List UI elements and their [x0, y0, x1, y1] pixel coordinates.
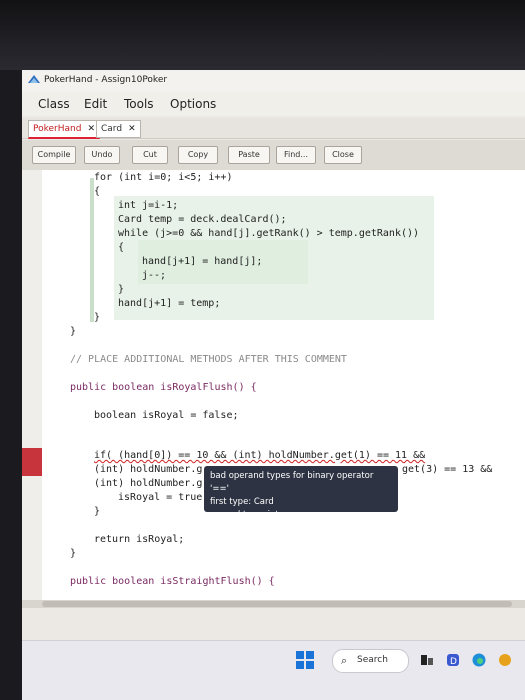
- code-line: (int) holdNumber.g: [94, 478, 203, 489]
- error-marker: [22, 448, 42, 476]
- copy-button[interactable]: Copy: [178, 146, 218, 164]
- line-gutter: [22, 170, 42, 600]
- title-bar: PokerHand - Assign10Poker: [22, 70, 525, 92]
- search-label: Search: [357, 655, 388, 665]
- laptop-bezel: [0, 0, 525, 70]
- cut-button[interactable]: Cut: [132, 146, 168, 164]
- teams-icon[interactable]: D: [446, 653, 460, 667]
- menu-edit[interactable]: Edit: [84, 97, 107, 111]
- toolbar: Compile Undo Cut Copy Paste Find... Clos…: [22, 140, 525, 170]
- task-view-icon[interactable]: [420, 653, 434, 667]
- tab-card[interactable]: Card ✕: [96, 120, 141, 138]
- code-line: public boolean isStraightFlush() {: [70, 576, 275, 587]
- menu-class[interactable]: Class: [38, 97, 70, 111]
- taskbar-search[interactable]: ⌕ Search: [332, 649, 409, 673]
- code-editor[interactable]: for (int i=0; i<5; i++) { int j=i-1; Car…: [22, 170, 525, 600]
- edge-icon[interactable]: [472, 653, 486, 667]
- menu-options[interactable]: Options: [170, 97, 216, 111]
- code-line: }: [70, 326, 77, 337]
- paste-button[interactable]: Paste: [228, 146, 270, 164]
- code-line: hand[j+1] = temp;: [118, 298, 221, 309]
- tooltip-first-type: first type: Card: [210, 497, 274, 507]
- code-line: isRoyal = true: [118, 492, 203, 503]
- window-title: PokerHand - Assign10Poker: [44, 75, 168, 85]
- undo-button[interactable]: Undo: [84, 146, 120, 164]
- error-tooltip: bad operand types for binary operator '=…: [204, 466, 398, 520]
- code-line: }: [70, 548, 77, 559]
- code-line: (int) holdNumber.g: [94, 464, 203, 475]
- search-icon: ⌕: [341, 654, 348, 667]
- tooltip-message: bad operand types for binary operator '=…: [210, 471, 374, 494]
- close-tab-icon[interactable]: ✕: [87, 124, 95, 134]
- code-line: {: [94, 186, 101, 197]
- code-line: get(3) == 13 &&: [402, 464, 493, 475]
- scrollbar-thumb[interactable]: [42, 601, 512, 607]
- code-line: hand[j+1] = hand[j];: [142, 256, 263, 267]
- code-line: }: [118, 284, 125, 295]
- screen: PokerHand - Assign10Poker Class Edit Too…: [22, 70, 525, 700]
- menu-bar: Class Edit Tools Options: [22, 92, 525, 116]
- code-line: int j=i-1;: [118, 200, 179, 211]
- code-line: {: [118, 242, 125, 253]
- horizontal-scrollbar[interactable]: [22, 600, 525, 608]
- code-line: public boolean isRoyalFlush() {: [70, 382, 257, 393]
- close-tab-icon[interactable]: ✕: [128, 124, 136, 134]
- close-button[interactable]: Close: [324, 146, 362, 164]
- code-line: j--;: [142, 270, 167, 281]
- code-line: }: [94, 506, 101, 517]
- taskbar: ⌕ Search D: [22, 640, 525, 700]
- scope-bar: [90, 178, 94, 322]
- compile-button[interactable]: Compile: [32, 146, 76, 164]
- code-line: while (j>=0 && hand[j].getRank() > temp.…: [118, 228, 420, 239]
- code-line: Card temp = deck.dealCard();: [118, 214, 287, 225]
- menu-tools[interactable]: Tools: [124, 97, 154, 111]
- code-line: boolean isRoyal = false;: [94, 410, 239, 421]
- code-line-error: if( (hand[0]) == 10 && (int) holdNumber.…: [94, 450, 426, 461]
- app-icon[interactable]: [498, 653, 512, 667]
- tab-label: PokerHand: [33, 124, 82, 134]
- code-comment: // PLACE ADDITIONAL METHODS AFTER THIS C…: [70, 354, 347, 365]
- code-line: }: [94, 312, 101, 323]
- tooltip-second-type: second type: int: [210, 510, 279, 520]
- tab-bar: PokerHand ✕ Card ✕: [22, 118, 525, 139]
- code-line: for (int i=0; i<5; i++): [94, 172, 233, 183]
- windows-start-icon[interactable]: [296, 651, 314, 669]
- code-line: return isRoyal;: [94, 534, 185, 545]
- bluej-app-icon: [28, 75, 40, 83]
- find-button[interactable]: Find...: [276, 146, 316, 164]
- svg-text:D: D: [450, 657, 457, 667]
- tab-pokerhand[interactable]: PokerHand ✕: [28, 120, 100, 139]
- tab-label: Card: [101, 124, 123, 134]
